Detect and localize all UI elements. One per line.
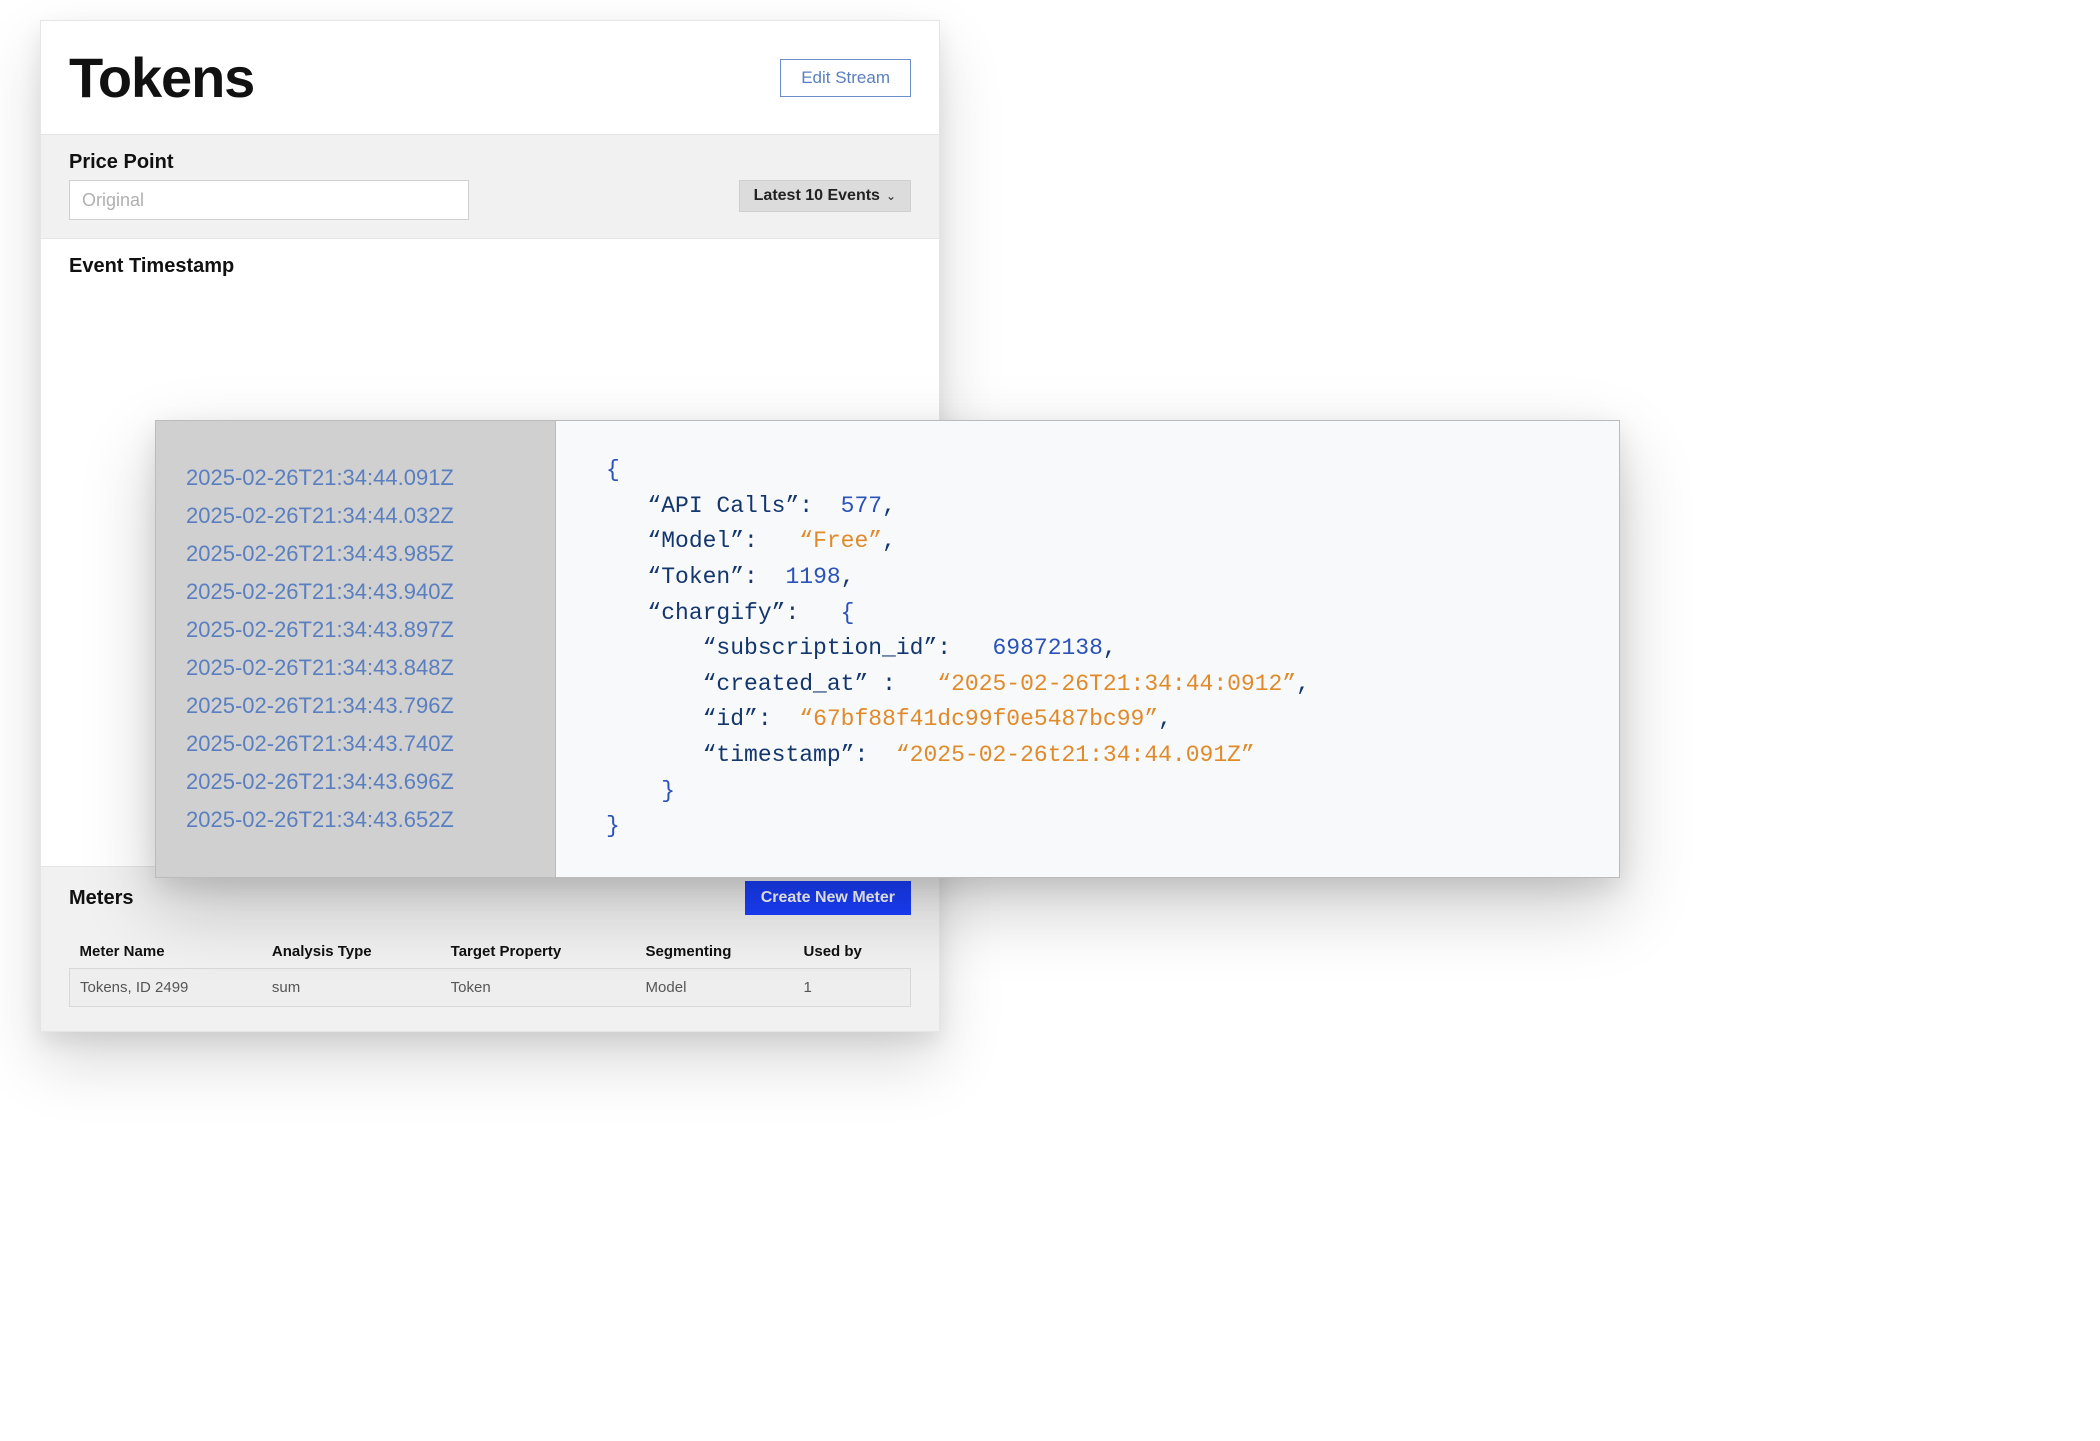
event-json-view: { “API Calls”: 577, “Model”: “Free”, “To… <box>556 421 1619 877</box>
timestamp-list: 2025-02-26T21:34:44.091Z 2025-02-26T21:3… <box>156 421 556 877</box>
list-item[interactable]: 2025-02-26T21:34:43.848Z <box>156 649 555 687</box>
list-item[interactable]: 2025-02-26T21:34:44.032Z <box>156 497 555 535</box>
list-item[interactable]: 2025-02-26T21:34:43.652Z <box>156 801 555 839</box>
price-point-section: Price Point Latest 10 Events ⌄ <box>41 134 939 238</box>
meters-label: Meters <box>69 887 133 910</box>
meters-col-target: Target Property <box>441 935 636 969</box>
table-row[interactable]: Tokens, ID 2499 sum Token Model 1 <box>70 969 911 1007</box>
meter-cell-target: Token <box>441 969 636 1007</box>
list-item[interactable]: 2025-02-26T21:34:43.696Z <box>156 763 555 801</box>
price-point-input[interactable] <box>69 180 469 220</box>
meters-col-usedby: Used by <box>794 935 911 969</box>
event-detail-overlay: 2025-02-26T21:34:44.091Z 2025-02-26T21:3… <box>155 420 1620 878</box>
meters-col-analysis: Analysis Type <box>262 935 441 969</box>
latest-events-dropdown-label: Latest 10 Events <box>754 187 880 205</box>
meter-cell-segmenting: Model <box>636 969 794 1007</box>
meter-cell-usedby: 1 <box>794 969 911 1007</box>
list-item[interactable]: 2025-02-26T21:34:43.740Z <box>156 725 555 763</box>
latest-events-dropdown[interactable]: Latest 10 Events ⌄ <box>739 180 911 212</box>
page-title: Tokens <box>69 45 254 110</box>
create-new-meter-button[interactable]: Create New Meter <box>745 881 911 915</box>
meters-col-segmenting: Segmenting <box>636 935 794 969</box>
list-item[interactable]: 2025-02-26T21:34:43.985Z <box>156 535 555 573</box>
chevron-down-icon: ⌄ <box>886 190 896 202</box>
event-timestamp-label: Event Timestamp <box>69 255 911 278</box>
list-item[interactable]: 2025-02-26T21:34:43.940Z <box>156 573 555 611</box>
list-item[interactable]: 2025-02-26T21:34:43.897Z <box>156 611 555 649</box>
meter-cell-analysis: sum <box>262 969 441 1007</box>
list-item[interactable]: 2025-02-26T21:34:44.091Z <box>156 459 555 497</box>
meters-section: Meters Create New Meter Meter Name Analy… <box>41 866 939 1031</box>
edit-stream-button[interactable]: Edit Stream <box>780 59 911 97</box>
price-point-label: Price Point <box>69 151 911 174</box>
meters-table: Meter Name Analysis Type Target Property… <box>69 935 911 1007</box>
meter-cell-name: Tokens, ID 2499 <box>70 969 262 1007</box>
meters-col-name: Meter Name <box>70 935 262 969</box>
list-item[interactable]: 2025-02-26T21:34:43.796Z <box>156 687 555 725</box>
stream-header: Tokens Edit Stream <box>41 21 939 134</box>
